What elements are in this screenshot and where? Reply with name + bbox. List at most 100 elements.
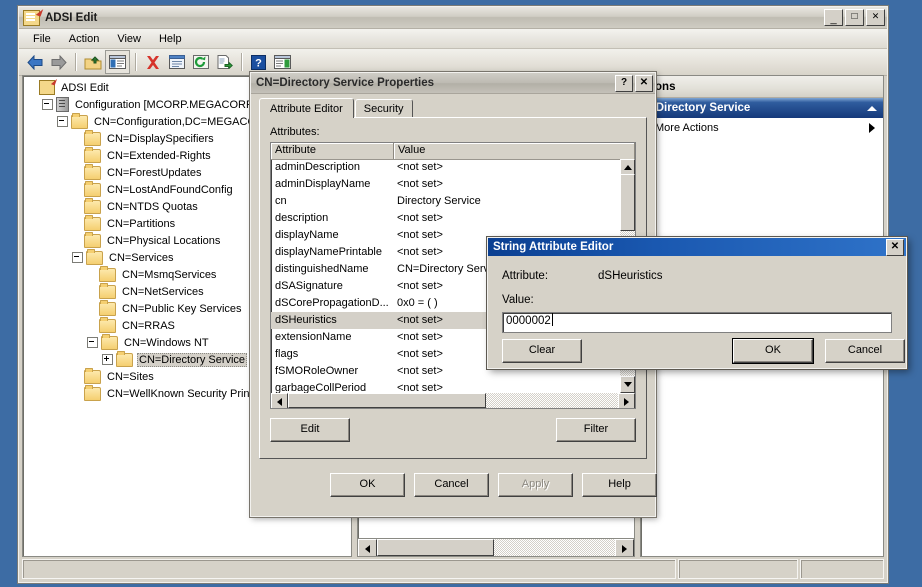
edit-button[interactable]: Edit: [270, 418, 350, 442]
tree-node-label: CN=RRAS: [122, 319, 175, 332]
tree-node-label: CN=Configuration,DC=MEGACORP: [94, 115, 272, 128]
close-icon: ✕: [871, 11, 880, 21]
sae-value-text: 0000002: [506, 315, 551, 327]
folder-icon: [84, 367, 101, 384]
chevron-right-icon: [869, 123, 875, 133]
sae-attribute-label: Attribute:: [502, 270, 549, 282]
tree-node-label: CN=Physical Locations: [107, 234, 221, 247]
actions-group-header[interactable]: =Directory Service: [641, 98, 883, 118]
collapse-icon[interactable]: [57, 116, 68, 127]
sae-titlebar[interactable]: String Attribute Editor ✕: [488, 238, 906, 256]
attribute-row[interactable]: description <not set>: [271, 210, 620, 227]
scroll-down-icon[interactable]: [620, 376, 635, 393]
properties-dialog-title: CN=Directory Service Properties: [256, 77, 435, 89]
close-button[interactable]: ✕: [866, 9, 885, 26]
filter-button[interactable]: Filter: [556, 418, 636, 442]
sae-cancel-button[interactable]: Cancel: [825, 339, 905, 363]
result-pane-hscrollbar[interactable]: [358, 538, 634, 556]
maximize-button[interactable]: □: [845, 9, 864, 26]
vscroll-thumb[interactable]: [620, 174, 635, 231]
tree-node-label: CN=Sites: [107, 370, 154, 383]
attribute-name-cell: garbageCollPeriod: [275, 382, 367, 393]
tree-node-label: CN=ForestUpdates: [107, 166, 202, 179]
expand-icon[interactable]: [102, 354, 113, 365]
dialog-close-button[interactable]: ✕: [635, 74, 653, 92]
attributes-hscrollbar[interactable]: [271, 393, 635, 408]
delete-icon[interactable]: [141, 51, 164, 73]
tree-node-label: ADSI Edit: [61, 81, 109, 94]
properties-icon[interactable]: [165, 51, 188, 73]
help-button[interactable]: Help: [582, 473, 657, 497]
sae-ok-button[interactable]: OK: [733, 339, 813, 363]
scroll-right-icon[interactable]: [615, 539, 634, 556]
sae-value-input[interactable]: 0000002: [502, 312, 892, 333]
sae-clear-button[interactable]: Clear: [502, 339, 582, 363]
menu-action[interactable]: Action: [60, 31, 109, 47]
attribute-row[interactable]: adminDescription <not set>: [271, 159, 620, 176]
attribute-row[interactable]: cn Directory Service: [271, 193, 620, 210]
attributes-hscroll-track[interactable]: [288, 393, 618, 408]
tab-attribute-editor[interactable]: Attribute Editor: [259, 98, 354, 118]
window-controls: _ □ ✕: [824, 9, 885, 26]
action-more-actions[interactable]: More Actions: [641, 118, 883, 138]
tree-node-label: CN=Directory Service: [137, 352, 248, 367]
window-titlebar[interactable]: ADSI Edit _ □ ✕: [19, 7, 887, 29]
folder-icon: [84, 231, 101, 248]
refresh-icon[interactable]: [189, 51, 212, 73]
scroll-left-icon[interactable]: [271, 393, 288, 408]
column-header-value[interactable]: Value: [394, 143, 635, 159]
attribute-row[interactable]: adminDisplayName <not set>: [271, 176, 620, 193]
hscroll-track[interactable]: [377, 539, 615, 556]
attribute-name-cell: dSASignature: [275, 280, 343, 292]
menu-bar: File Action View Help: [19, 29, 887, 49]
up-one-level-icon[interactable]: [81, 51, 104, 73]
back-icon[interactable]: [23, 51, 46, 73]
attribute-name-cell: displayName: [275, 229, 339, 241]
scroll-right-icon[interactable]: [618, 393, 635, 408]
toolbar-separator: [75, 53, 76, 71]
column-header-attribute[interactable]: Attribute: [271, 143, 394, 159]
attribute-value-cell: <not set>: [397, 178, 443, 190]
attribute-row[interactable]: garbageCollPeriod <not set>: [271, 380, 620, 393]
ok-button[interactable]: OK: [330, 473, 405, 497]
text-cursor: [551, 313, 553, 326]
scroll-left-icon[interactable]: [358, 539, 377, 556]
collapse-icon[interactable]: [87, 337, 98, 348]
chevron-up-icon[interactable]: [867, 105, 877, 111]
folder-icon: [84, 180, 101, 197]
show-hide-action-pane-icon[interactable]: [271, 51, 294, 73]
minimize-button[interactable]: _: [824, 9, 843, 26]
tree-node-label: CN=NetServices: [122, 285, 204, 298]
collapse-icon[interactable]: [42, 99, 53, 110]
folder-icon: [71, 112, 88, 129]
menu-view[interactable]: View: [108, 31, 150, 47]
hscroll-thumb[interactable]: [377, 539, 494, 556]
collapse-icon[interactable]: [72, 252, 83, 263]
string-attribute-editor-dialog: String Attribute Editor ✕ Attribute: dSH…: [487, 237, 907, 369]
properties-dialog-titlebar[interactable]: CN=Directory Service Properties ? ✕: [251, 73, 655, 94]
attributes-hscroll-thumb[interactable]: [288, 393, 486, 408]
cancel-button[interactable]: Cancel: [414, 473, 489, 497]
folder-icon: [84, 163, 101, 180]
show-hide-tree-icon[interactable]: [105, 50, 130, 74]
menu-help[interactable]: Help: [150, 31, 191, 47]
sae-close-button[interactable]: ✕: [886, 238, 904, 256]
folder-icon: [101, 333, 118, 350]
attribute-name-cell: fSMORoleOwner: [275, 365, 359, 377]
menu-file[interactable]: File: [24, 31, 60, 47]
tab-security[interactable]: Security: [354, 99, 413, 118]
minimize-icon: _: [830, 13, 837, 25]
folder-icon: [86, 248, 103, 265]
server-icon: [56, 97, 69, 112]
attribute-name-cell: adminDisplayName: [275, 178, 371, 190]
apply-button: Apply: [498, 473, 573, 497]
export-list-icon[interactable]: [213, 51, 236, 73]
forward-icon[interactable]: [47, 51, 70, 73]
dialog-help-button[interactable]: ?: [615, 74, 633, 92]
adsi-root-icon: [39, 80, 55, 95]
adsi-edit-app-icon: [23, 9, 40, 26]
desktop: ADSI Edit _ □ ✕ File Action View Help ? …: [0, 0, 922, 587]
maximize-icon: □: [851, 11, 858, 22]
help-icon[interactable]: ?: [247, 51, 270, 73]
tree-node-label: CN=MsmqServices: [122, 268, 217, 281]
